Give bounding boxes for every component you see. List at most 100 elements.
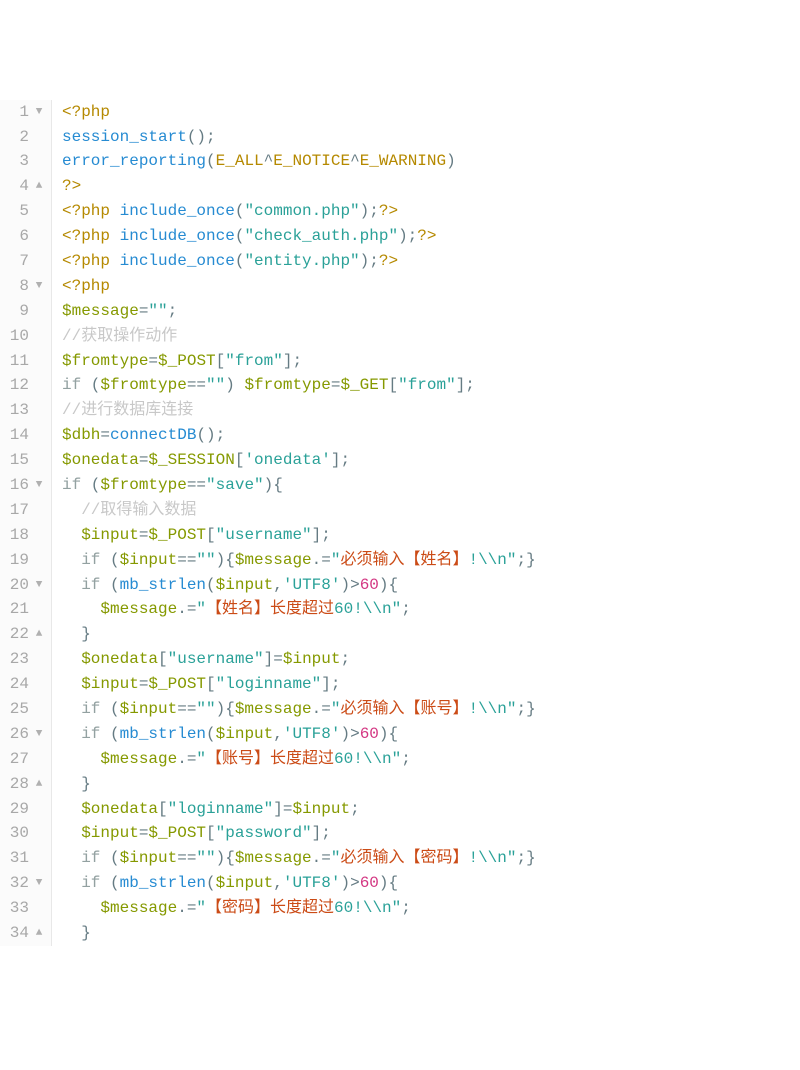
line-number: 23 bbox=[0, 647, 47, 672]
token: ] bbox=[264, 650, 274, 668]
line-number: 11 bbox=[0, 349, 47, 374]
token: ?> bbox=[379, 202, 398, 220]
code-line[interactable]: if ($input==""){$message.="必须输入【账号】!\\n"… bbox=[62, 697, 800, 722]
code-line[interactable]: $message.="【账号】长度超过60!\\n"; bbox=[62, 747, 800, 772]
line-number: 20▼ bbox=[0, 573, 47, 598]
token: $message bbox=[235, 551, 312, 569]
code-line[interactable]: error_reporting(E_ALL^E_NOTICE^E_WARNING… bbox=[62, 149, 800, 174]
code-line[interactable]: ?> bbox=[62, 174, 800, 199]
fold-open-icon[interactable]: ▼ bbox=[33, 871, 45, 896]
code-line[interactable]: if (mb_strlen($input,'UTF8')>60){ bbox=[62, 573, 800, 598]
token: E_WARNING bbox=[360, 152, 446, 170]
code-line[interactable]: session_start(); bbox=[62, 125, 800, 150]
code-line[interactable]: //取得输入数据 bbox=[62, 498, 800, 523]
fold-open-icon[interactable]: ▼ bbox=[33, 274, 45, 299]
code-line[interactable]: $onedata["username"]=$input; bbox=[62, 647, 800, 672]
token: $_POST bbox=[158, 352, 216, 370]
line-number: 30 bbox=[0, 821, 47, 846]
code-line[interactable]: $message.="【姓名】长度超过60!\\n"; bbox=[62, 597, 800, 622]
code-line[interactable]: $input=$_POST["username"]; bbox=[62, 523, 800, 548]
token: 必须输入【账号】 bbox=[340, 700, 468, 718]
token: 'UTF8' bbox=[283, 576, 341, 594]
code-line[interactable]: $input=$_POST["loginname"]; bbox=[62, 672, 800, 697]
fold-open-icon[interactable]: ▼ bbox=[33, 100, 45, 125]
token: ){ bbox=[216, 700, 235, 718]
token: 60!\\n" bbox=[334, 899, 401, 917]
token: $onedata bbox=[62, 451, 139, 469]
code-line[interactable]: //获取操作动作 bbox=[62, 324, 800, 349]
token: .= bbox=[312, 700, 331, 718]
token: include_once bbox=[120, 227, 235, 245]
token: [ bbox=[206, 824, 216, 842]
code-line[interactable]: <?php bbox=[62, 274, 800, 299]
token: $message bbox=[62, 302, 139, 320]
code-editor[interactable]: 1▼234▲5678▼910111213141516▼17181920▼2122… bbox=[0, 100, 800, 946]
line-number: 4▲ bbox=[0, 174, 47, 199]
token: ] bbox=[273, 800, 283, 818]
code-line[interactable]: $message.="【密码】长度超过60!\\n"; bbox=[62, 896, 800, 921]
fold-close-icon[interactable]: ▲ bbox=[33, 622, 45, 647]
code-line[interactable]: <?php include_once("common.php");?> bbox=[62, 199, 800, 224]
token: ); bbox=[360, 252, 379, 270]
token: $input bbox=[120, 551, 178, 569]
token: , bbox=[273, 725, 283, 743]
token: $fromtype bbox=[100, 476, 186, 494]
code-line[interactable]: $message=""; bbox=[62, 299, 800, 324]
token: <?php bbox=[62, 252, 120, 270]
fold-close-icon[interactable]: ▲ bbox=[33, 174, 45, 199]
token: $dbh bbox=[62, 426, 100, 444]
code-line[interactable]: if (mb_strlen($input,'UTF8')>60){ bbox=[62, 871, 800, 896]
token: ( bbox=[206, 576, 216, 594]
token: } bbox=[81, 625, 91, 643]
code-line[interactable]: <?php bbox=[62, 100, 800, 125]
token: $message bbox=[235, 700, 312, 718]
token: ) bbox=[340, 725, 350, 743]
token: [ bbox=[158, 650, 168, 668]
fold-close-icon[interactable]: ▲ bbox=[33, 772, 45, 797]
token: $input bbox=[216, 576, 274, 594]
code-line[interactable]: if ($input==""){$message.="必须输入【姓名】!\\n"… bbox=[62, 548, 800, 573]
code-line[interactable]: $fromtype=$_POST["from"]; bbox=[62, 349, 800, 374]
fold-open-icon[interactable]: ▼ bbox=[33, 573, 45, 598]
token: == bbox=[177, 551, 196, 569]
code-line[interactable]: if ($fromtype=="") $fromtype=$_GET["from… bbox=[62, 373, 800, 398]
code-line[interactable]: } bbox=[62, 772, 800, 797]
code-line[interactable]: //进行数据库连接 bbox=[62, 398, 800, 423]
token: $onedata bbox=[81, 650, 158, 668]
code-line[interactable]: } bbox=[62, 622, 800, 647]
token: (); bbox=[187, 128, 216, 146]
token: = bbox=[139, 526, 149, 544]
token: $fromtype bbox=[62, 352, 148, 370]
code-line[interactable]: if (mb_strlen($input,'UTF8')>60){ bbox=[62, 722, 800, 747]
line-number: 16▼ bbox=[0, 473, 47, 498]
line-number: 21 bbox=[0, 597, 47, 622]
code-line[interactable]: <?php include_once("entity.php");?> bbox=[62, 249, 800, 274]
token bbox=[62, 800, 81, 818]
code-line[interactable]: if ($input==""){$message.="必须输入【密码】!\\n"… bbox=[62, 846, 800, 871]
token: if bbox=[81, 551, 100, 569]
code-line[interactable]: $onedata=$_SESSION['onedata']; bbox=[62, 448, 800, 473]
token: > bbox=[350, 576, 360, 594]
token: "" bbox=[196, 849, 215, 867]
code-area[interactable]: <?phpsession_start();error_reporting(E_A… bbox=[52, 100, 800, 946]
code-line[interactable]: } bbox=[62, 921, 800, 946]
code-line[interactable]: if ($fromtype=="save"){ bbox=[62, 473, 800, 498]
token: ){ bbox=[379, 576, 398, 594]
line-number: 34▲ bbox=[0, 921, 47, 946]
token: 必须输入【姓名】 bbox=[340, 551, 468, 569]
token: ^ bbox=[350, 152, 360, 170]
fold-close-icon[interactable]: ▲ bbox=[33, 921, 45, 946]
code-line[interactable]: $input=$_POST["password"]; bbox=[62, 821, 800, 846]
code-line[interactable]: $onedata["loginname"]=$input; bbox=[62, 797, 800, 822]
token: [ bbox=[388, 376, 398, 394]
code-line[interactable]: $dbh=connectDB(); bbox=[62, 423, 800, 448]
line-number: 3 bbox=[0, 149, 47, 174]
token bbox=[62, 625, 81, 643]
token: = bbox=[273, 650, 283, 668]
code-line[interactable]: <?php include_once("check_auth.php");?> bbox=[62, 224, 800, 249]
fold-open-icon[interactable]: ▼ bbox=[33, 473, 45, 498]
token: "" bbox=[206, 376, 225, 394]
token: ( bbox=[81, 376, 100, 394]
fold-open-icon[interactable]: ▼ bbox=[33, 722, 45, 747]
token: 60!\\n" bbox=[334, 600, 401, 618]
